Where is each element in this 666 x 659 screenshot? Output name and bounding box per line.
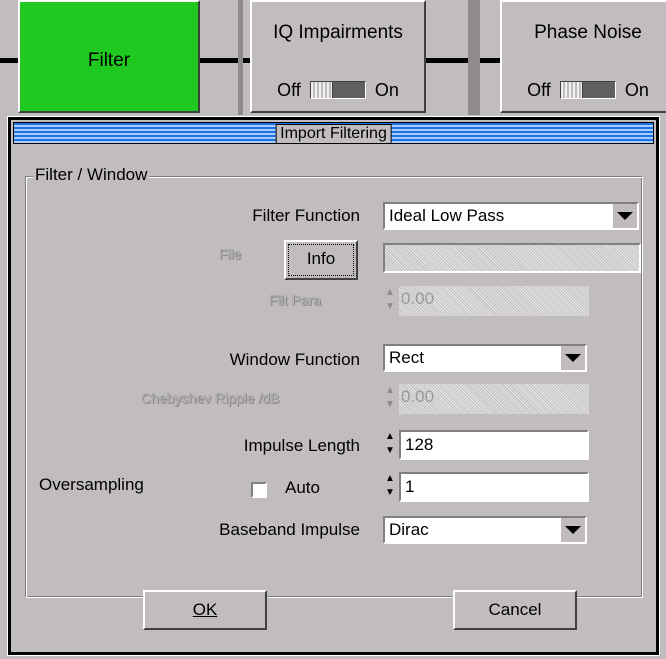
flow-separator [468, 0, 480, 115]
dialog-titlebar[interactable]: Import Filtering [13, 122, 654, 144]
baseband-impulse-select[interactable]: Dirac [383, 516, 587, 544]
info-button[interactable]: Info [284, 240, 358, 280]
impulse-length-value: 128 [405, 435, 434, 454]
spinner-down-icon[interactable]: ▼ [383, 486, 397, 500]
oversampling-input[interactable]: 1 [399, 472, 589, 502]
oversampling-label: Oversampling [39, 475, 144, 494]
window-function-select[interactable]: Rect [383, 344, 587, 372]
oversampling-value: 1 [405, 477, 415, 496]
import-filtering-dialog: Import Filtering Filter / Window Filter … [7, 116, 660, 656]
filter-function-select[interactable]: Ideal Low Pass [383, 202, 639, 230]
spinner-up-icon: ▲ [385, 385, 395, 396]
auto-checkbox[interactable] [251, 482, 267, 498]
toggle-knob[interactable] [310, 82, 333, 98]
spinner-down-icon[interactable]: ▼ [383, 444, 397, 458]
group-label: Filter / Window [33, 165, 150, 185]
filter-function-value: Ideal Low Pass [389, 206, 505, 225]
filt-para-spinner: ▲ ▼ [383, 286, 397, 316]
toggle-knob[interactable] [560, 82, 583, 98]
phase-noise-title: Phase Noise [534, 22, 642, 43]
dialog-title: Import Filtering [275, 124, 392, 144]
chevron-down-icon[interactable] [613, 204, 637, 228]
ok-button-label: OK [192, 600, 218, 619]
chebyshev-spinner: ▲ ▼ [383, 384, 397, 414]
auto-checkbox-label: Auto [285, 478, 320, 497]
toggle-switch[interactable] [559, 81, 616, 99]
chevron-down-icon[interactable] [561, 518, 585, 542]
impulse-length-input[interactable]: 128 [399, 430, 589, 460]
spinner-up-icon: ▲ [385, 287, 395, 298]
filt-para-label: Filt Para [269, 292, 322, 308]
impulse-length-label: Impulse Length [243, 436, 360, 455]
phase-noise-block[interactable]: Phase Noise Off On [500, 0, 666, 113]
cancel-button-label: Cancel [488, 600, 542, 619]
filt-para-value: 0.00 [401, 289, 435, 308]
window-function-label: Window Function [229, 350, 360, 369]
chebyshev-ripple-label: Chebyshev Ripple /dB [141, 390, 280, 406]
oversampling-spinner[interactable]: ▲ ▼ [383, 472, 397, 502]
cancel-button[interactable]: Cancel [453, 590, 577, 630]
ok-button[interactable]: OK [143, 590, 267, 630]
phase-noise-toggle[interactable]: Off On [502, 80, 666, 101]
spinner-down-icon: ▼ [385, 399, 395, 410]
impulse-length-spinner[interactable]: ▲ ▼ [383, 430, 397, 460]
toggle-on-label: On [374, 80, 399, 100]
baseband-impulse-label: Baseband Impulse [219, 520, 360, 539]
spinner-up-icon[interactable]: ▲ [383, 430, 397, 444]
filt-para-field: 0.00 [399, 286, 589, 316]
chebyshev-field: 0.00 [399, 384, 589, 414]
toggle-on-label: On [624, 80, 649, 100]
toggle-off-label: Off [277, 80, 301, 100]
toggle-switch[interactable] [309, 81, 366, 99]
filter-block-title: Filter [87, 50, 131, 71]
chebyshev-value: 0.00 [401, 387, 435, 406]
iq-impairments-toggle[interactable]: Off On [252, 80, 424, 101]
iq-impairments-title: IQ Impairments [273, 22, 403, 43]
chevron-down-icon[interactable] [561, 346, 585, 370]
file-field [383, 243, 641, 273]
info-button-label: Info [306, 249, 336, 268]
spinner-up-icon[interactable]: ▲ [383, 472, 397, 486]
spinner-down-icon: ▼ [385, 301, 395, 312]
iq-impairments-block[interactable]: IQ Impairments Off On [250, 0, 426, 113]
window-function-value: Rect [389, 348, 424, 367]
file-label: File [219, 246, 242, 262]
flow-separator [238, 0, 243, 115]
filter-block[interactable]: Filter [18, 0, 200, 113]
baseband-impulse-value: Dirac [389, 520, 429, 539]
filter-function-label: Filter Function [252, 206, 360, 225]
toggle-off-label: Off [527, 80, 551, 100]
